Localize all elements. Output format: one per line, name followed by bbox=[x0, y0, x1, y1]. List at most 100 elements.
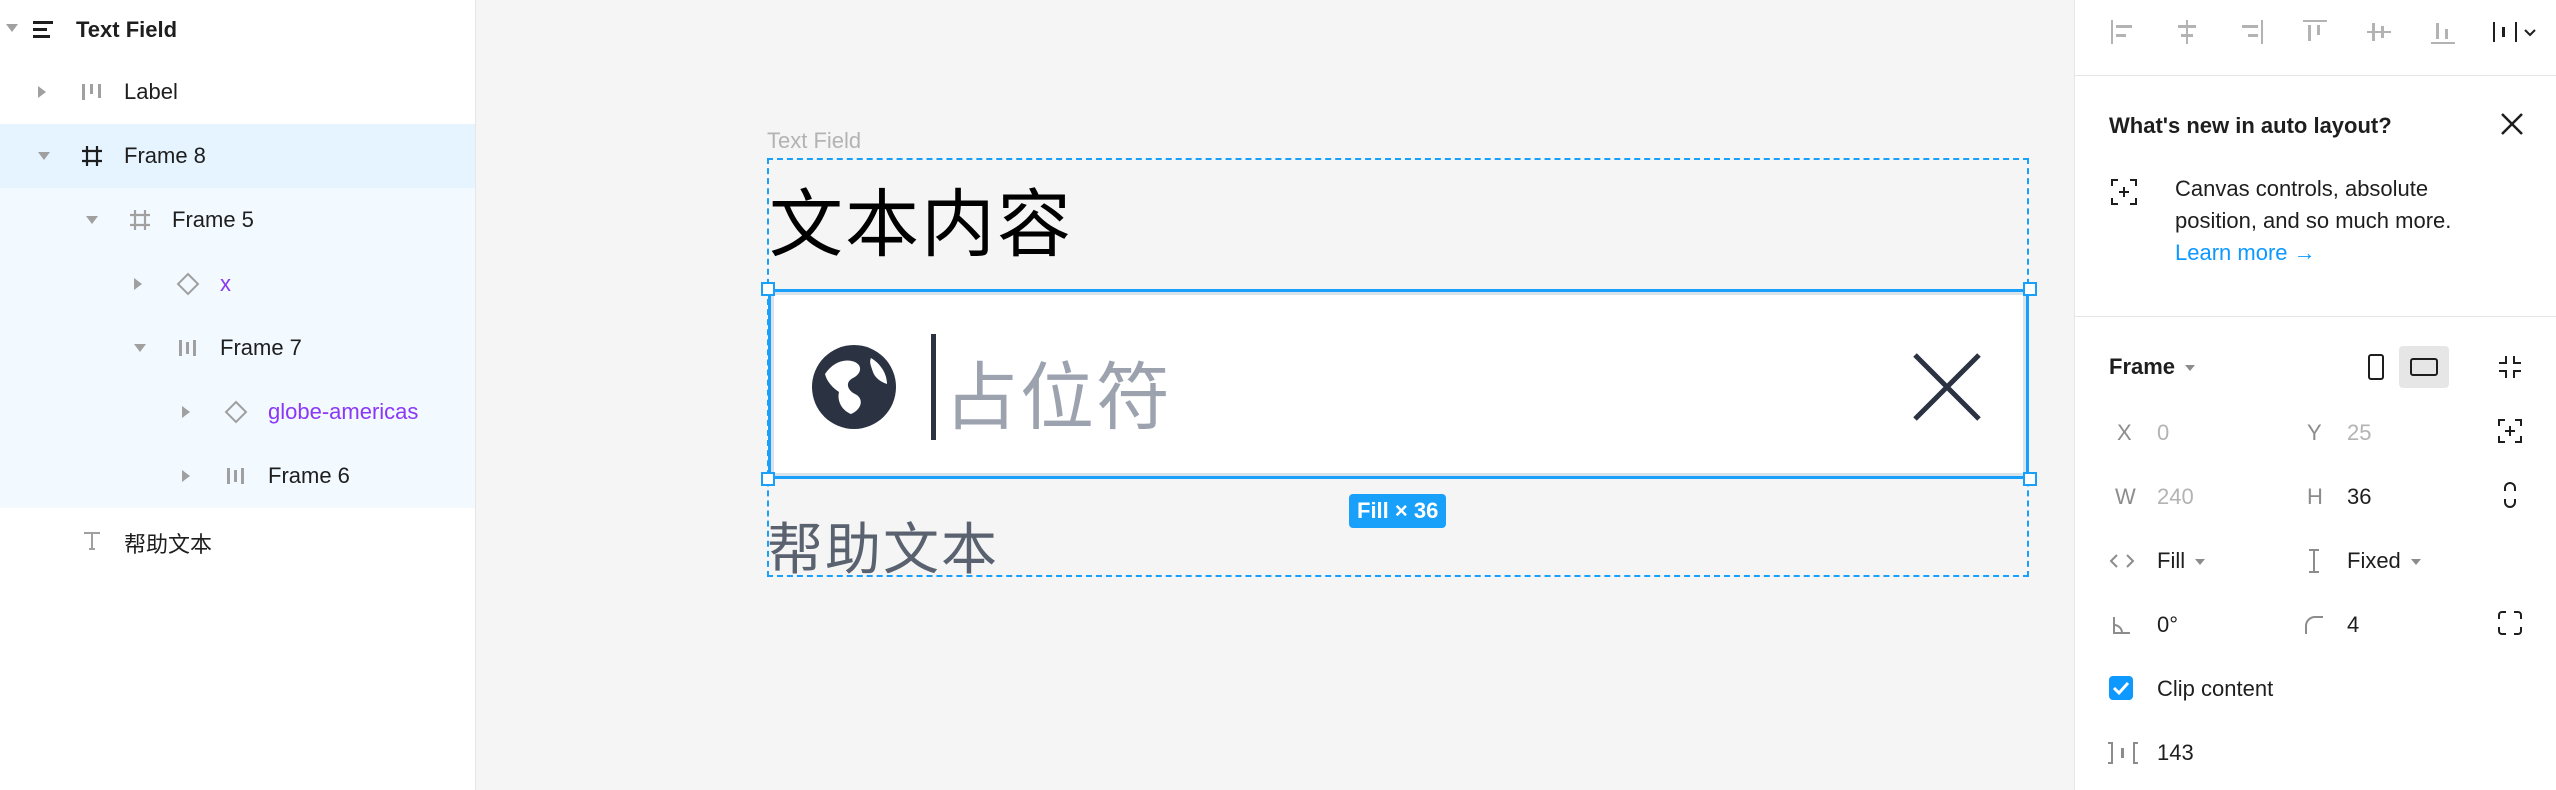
layer-row-help-text[interactable]: 帮助文本 bbox=[0, 508, 475, 572]
resize-to-fit-icon[interactable] bbox=[2495, 352, 2525, 382]
chevron-down-icon bbox=[2185, 365, 2196, 372]
rotation-input[interactable]: 0° bbox=[2157, 612, 2178, 638]
layer-row-label[interactable]: Label bbox=[0, 60, 475, 124]
align-right-icon[interactable] bbox=[2231, 12, 2271, 52]
layer-row-x[interactable]: x bbox=[0, 252, 475, 316]
clip-content-checkbox[interactable] bbox=[2109, 676, 2133, 700]
align-vertical-center-icon[interactable] bbox=[2359, 12, 2399, 52]
h-label: H bbox=[2307, 484, 2323, 509]
absolute-position-icon[interactable] bbox=[2495, 416, 2525, 446]
frame-hash-icon bbox=[126, 206, 154, 234]
vertical-resizing-dropdown[interactable]: Fixed bbox=[2347, 548, 2421, 574]
layer-row-text-field[interactable]: Text Field bbox=[0, 0, 475, 64]
collapse-caret-icon[interactable] bbox=[86, 216, 98, 224]
size-badge: Fill × 36 bbox=[1349, 494, 1447, 528]
corner-radius-icon bbox=[2299, 610, 2329, 640]
layer-name: globe-americas bbox=[268, 399, 419, 424]
collapse-caret-icon[interactable] bbox=[38, 152, 50, 160]
w-input[interactable]: 240 bbox=[2157, 484, 2194, 510]
gap-spacing-icon bbox=[2105, 738, 2141, 768]
horizontal-resizing-value: Fill bbox=[2157, 548, 2186, 573]
label-text[interactable]: 文本内容 bbox=[769, 165, 1073, 272]
horizontal-resizing-icon bbox=[2107, 546, 2137, 576]
frame-name-tag[interactable]: Text Field bbox=[767, 128, 861, 154]
globe-americas-icon[interactable] bbox=[811, 344, 897, 430]
layer-name: Frame 7 bbox=[220, 335, 302, 360]
vertical-resizing-icon bbox=[2299, 546, 2329, 576]
layer-name: Frame 8 bbox=[124, 143, 206, 168]
placeholder-text[interactable]: 占位符 bbox=[944, 338, 1172, 445]
expand-caret-icon[interactable] bbox=[182, 406, 190, 418]
collapse-caret-icon[interactable] bbox=[6, 24, 18, 32]
frame-type-dropdown[interactable]: Frame bbox=[2109, 354, 2196, 380]
distribute-dropdown-icon[interactable] bbox=[2487, 12, 2543, 52]
layer-row-frame-6[interactable]: Frame 6 bbox=[0, 444, 475, 508]
auto-layout-vertical-icon bbox=[78, 78, 106, 106]
layer-name: Frame 5 bbox=[172, 207, 254, 232]
help-text[interactable]: 帮助文本 bbox=[767, 505, 999, 586]
news-body-text: Canvas controls, absolute position, and … bbox=[2175, 176, 2452, 233]
expand-caret-icon[interactable] bbox=[134, 278, 142, 290]
align-left-icon[interactable] bbox=[2103, 12, 2143, 52]
rotation-icon bbox=[2107, 610, 2137, 640]
y-input[interactable]: 25 bbox=[2347, 420, 2371, 446]
horizontal-resizing-dropdown[interactable]: Fill bbox=[2157, 548, 2206, 574]
resize-handle-bottom-left[interactable] bbox=[761, 472, 775, 486]
portrait-orientation-icon[interactable] bbox=[2361, 352, 2391, 382]
learn-more-link[interactable]: Learn more → bbox=[2175, 240, 2316, 265]
component-instance-icon bbox=[174, 270, 202, 298]
layer-name: x bbox=[220, 271, 231, 296]
expand-caret-icon[interactable] bbox=[38, 86, 46, 98]
w-label: W bbox=[2115, 484, 2136, 509]
text-layer-icon bbox=[78, 526, 106, 554]
alignment-toolbar bbox=[2075, 0, 2556, 76]
layer-name: Text Field bbox=[76, 17, 178, 42]
align-horizontal-center-icon[interactable] bbox=[2167, 12, 2207, 52]
layer-name: 帮助文本 bbox=[124, 532, 213, 557]
corner-radius-input[interactable]: 4 bbox=[2347, 612, 2359, 638]
resize-handle-top-right[interactable] bbox=[2023, 282, 2037, 296]
chevron-down-icon bbox=[2195, 559, 2206, 566]
landscape-orientation-icon[interactable] bbox=[2399, 346, 2449, 388]
independent-corners-icon[interactable] bbox=[2495, 608, 2525, 638]
layer-name: Frame 6 bbox=[268, 463, 350, 488]
text-stack-icon bbox=[30, 16, 58, 44]
x-input[interactable]: 0 bbox=[2157, 420, 2169, 446]
news-title: What's new in auto layout? bbox=[2109, 113, 2392, 138]
close-icon[interactable] bbox=[2497, 109, 2527, 139]
y-label: Y bbox=[2307, 420, 2322, 445]
layer-row-frame-7[interactable]: Frame 7 bbox=[0, 316, 475, 380]
selected-input-frame[interactable]: 占位符 bbox=[768, 289, 2029, 479]
checkmark-icon bbox=[2112, 681, 2130, 696]
auto-layout-horizontal-icon bbox=[174, 334, 202, 362]
frame-hash-icon bbox=[78, 142, 106, 170]
gap-spacing-input[interactable]: 143 bbox=[2157, 740, 2194, 766]
align-top-icon[interactable] bbox=[2295, 12, 2335, 52]
resize-handle-top-left[interactable] bbox=[761, 282, 775, 296]
expand-caret-icon[interactable] bbox=[182, 470, 190, 482]
align-bottom-icon[interactable] bbox=[2423, 12, 2463, 52]
resize-handle-bottom-right[interactable] bbox=[2023, 472, 2037, 486]
component-instance-icon bbox=[222, 398, 250, 426]
layer-name: Label bbox=[124, 79, 178, 104]
layer-row-frame-5[interactable]: Frame 5 bbox=[0, 188, 475, 252]
collapse-caret-icon[interactable] bbox=[134, 344, 146, 352]
h-input[interactable]: 36 bbox=[2347, 484, 2371, 510]
canvas-controls-icon bbox=[2111, 179, 2137, 205]
auto-layout-horizontal-icon bbox=[222, 462, 250, 490]
design-canvas[interactable]: Text Field 文本内容 占位符 Fill × 36 帮助文本 bbox=[477, 0, 2074, 790]
x-label: X bbox=[2117, 420, 2132, 445]
chevron-down-icon bbox=[2410, 559, 2421, 566]
layer-row-globe-americas[interactable]: globe-americas bbox=[0, 380, 475, 444]
properties-panel: What's new in auto layout? Canvas contro… bbox=[2074, 0, 2556, 790]
text-cursor bbox=[931, 334, 936, 440]
layers-panel: Text Field Label Frame 8 Frame 5 x Frame… bbox=[0, 0, 476, 790]
close-x-icon[interactable] bbox=[1912, 352, 1982, 422]
news-body: Canvas controls, absolute position, and … bbox=[2175, 173, 2505, 269]
frame-type-label: Frame bbox=[2109, 354, 2176, 379]
clip-content-label: Clip content bbox=[2157, 676, 2274, 701]
constrain-proportions-icon[interactable] bbox=[2495, 480, 2525, 510]
layer-row-frame-8[interactable]: Frame 8 bbox=[0, 124, 475, 188]
vertical-resizing-value: Fixed bbox=[2347, 548, 2401, 573]
whats-new-card: What's new in auto layout? Canvas contro… bbox=[2075, 77, 2556, 317]
